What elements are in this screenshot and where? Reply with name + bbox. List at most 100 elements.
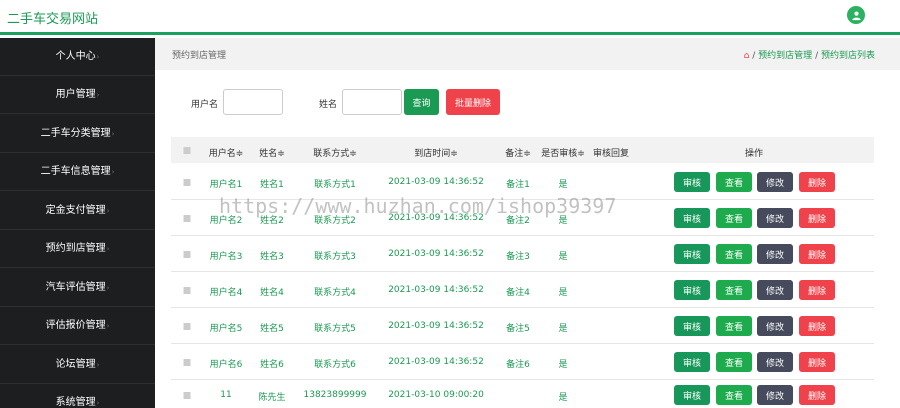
- row-checkbox[interactable]: [183, 251, 191, 258]
- breadcrumb-separator: /: [752, 51, 756, 61]
- table-row: 11 陈先生 13823899999 2021-03-10 09:00:20 是…: [171, 380, 874, 408]
- delete-button[interactable]: 删除: [799, 352, 835, 372]
- view-button[interactable]: 查看: [716, 244, 752, 264]
- edit-button[interactable]: 修改: [757, 316, 793, 336]
- header-arrival-time[interactable]: 到店时间≑: [414, 146, 458, 159]
- view-button[interactable]: 查看: [716, 316, 752, 336]
- table-row: 用户名3 姓名3 联系方式3 2021-03-09 14:36:52 备注3 是…: [171, 236, 874, 272]
- audit-button[interactable]: 审核: [674, 385, 710, 405]
- cell-remark: 备注3: [506, 252, 530, 262]
- row-checkbox[interactable]: [183, 359, 191, 366]
- audit-button[interactable]: 审核: [674, 316, 710, 336]
- row-checkbox[interactable]: [183, 392, 191, 399]
- sidebar-item-label: 个人中心: [55, 51, 96, 62]
- view-button[interactable]: 查看: [716, 280, 752, 300]
- edit-button[interactable]: 修改: [757, 352, 793, 372]
- sidebar-item-car-evaluation[interactable]: 汽车评估管理›: [0, 269, 155, 307]
- breadcrumb-bar: 预约到店管理 ⌂ / 预约到店管理 / 预约到店列表: [155, 38, 900, 70]
- table-header: 用户名≑ 姓名≑ 联系方式≑ 到店时间≑ 备注≑ 是否审核≑ 审核回复 操作: [171, 137, 874, 163]
- cell-contact: 联系方式5: [314, 324, 356, 334]
- breadcrumb-separator: /: [815, 51, 819, 61]
- select-all-checkbox[interactable]: [183, 147, 191, 154]
- header-username[interactable]: 用户名≑: [209, 146, 244, 159]
- cell-contact: 13823899999: [303, 390, 367, 400]
- sidebar-item-label: 二手车分类管理: [40, 128, 111, 139]
- cell-audited: 是: [558, 360, 568, 370]
- cell-remark: 备注5: [506, 324, 530, 334]
- home-icon[interactable]: ⌂: [744, 51, 750, 61]
- chevron-right-icon: ›: [111, 130, 115, 138]
- cell-name: 姓名5: [260, 324, 284, 334]
- cell-audited: 是: [558, 393, 568, 403]
- chevron-right-icon: ›: [106, 322, 110, 330]
- edit-button[interactable]: 修改: [757, 172, 793, 192]
- edit-button[interactable]: 修改: [757, 280, 793, 300]
- sidebar-item-label: 用户管理: [55, 89, 96, 100]
- sidebar-item-user-management[interactable]: 用户管理›: [0, 76, 155, 114]
- header-actions: 操作: [744, 149, 764, 159]
- view-button[interactable]: 查看: [716, 385, 752, 405]
- sidebar-item-car-info[interactable]: 二手车信息管理›: [0, 153, 155, 191]
- cell-username: 用户名4: [209, 288, 243, 298]
- delete-button[interactable]: 删除: [799, 385, 835, 405]
- chevron-right-icon: ›: [106, 284, 110, 292]
- sidebar-item-deposit-payment[interactable]: 定金支付管理›: [0, 192, 155, 230]
- view-button[interactable]: 查看: [716, 352, 752, 372]
- sidebar-item-store-appointment[interactable]: 预约到店管理›: [0, 230, 155, 268]
- audit-button[interactable]: 审核: [674, 352, 710, 372]
- breadcrumb: ⌂ / 预约到店管理 / 预约到店列表: [744, 48, 875, 61]
- edit-button[interactable]: 修改: [757, 244, 793, 264]
- cell-audited: 是: [558, 252, 568, 262]
- sidebar-item-personal-center[interactable]: 个人中心›: [0, 38, 155, 76]
- batch-delete-button[interactable]: 批量删除: [446, 89, 500, 115]
- edit-button[interactable]: 修改: [757, 208, 793, 228]
- cell-username: 用户名6: [209, 360, 243, 370]
- row-checkbox[interactable]: [183, 323, 191, 330]
- name-input[interactable]: [342, 89, 402, 115]
- delete-button[interactable]: 删除: [799, 208, 835, 228]
- cell-remark: 备注4: [506, 288, 530, 298]
- delete-button[interactable]: 删除: [799, 316, 835, 336]
- view-button[interactable]: 查看: [716, 208, 752, 228]
- header-audited[interactable]: 是否审核≑: [541, 146, 585, 159]
- audit-button[interactable]: 审核: [674, 172, 710, 192]
- view-button[interactable]: 查看: [716, 172, 752, 192]
- cell-name: 姓名1: [260, 180, 284, 190]
- audit-button[interactable]: 审核: [674, 244, 710, 264]
- cell-contact: 联系方式1: [314, 180, 356, 190]
- cell-arrival-time: 2021-03-09 14:36:52: [388, 177, 484, 187]
- table-row: 用户名5 姓名5 联系方式5 2021-03-09 14:36:52 备注5 是…: [171, 308, 874, 344]
- sidebar-item-system[interactable]: 系统管理›: [0, 384, 155, 408]
- sidebar-item-evaluation-quote[interactable]: 评估报价管理›: [0, 307, 155, 345]
- delete-button[interactable]: 删除: [799, 280, 835, 300]
- sidebar: 个人中心› 用户管理› 二手车分类管理› 二手车信息管理› 定金支付管理› 预约…: [0, 38, 155, 408]
- cell-arrival-time: 2021-03-10 09:00:20: [388, 390, 484, 400]
- breadcrumb-level1[interactable]: 预约到店管理: [758, 51, 812, 61]
- cell-contact: 联系方式6: [314, 360, 356, 370]
- sidebar-item-forum[interactable]: 论坛管理›: [0, 346, 155, 384]
- watermark-text: https://www.huzhan.com/ishop39397: [219, 194, 617, 218]
- header-name[interactable]: 姓名≑: [259, 146, 285, 159]
- row-checkbox[interactable]: [183, 179, 191, 186]
- audit-button[interactable]: 审核: [674, 208, 710, 228]
- delete-button[interactable]: 删除: [799, 244, 835, 264]
- header-contact[interactable]: 联系方式≑: [313, 146, 357, 159]
- username-input[interactable]: [223, 89, 283, 115]
- row-checkbox[interactable]: [183, 287, 191, 294]
- edit-button[interactable]: 修改: [757, 385, 793, 405]
- sidebar-item-car-category[interactable]: 二手车分类管理›: [0, 115, 155, 153]
- audit-button[interactable]: 审核: [674, 280, 710, 300]
- cell-name: 姓名4: [260, 288, 284, 298]
- cell-arrival-time: 2021-03-09 14:36:52: [388, 285, 484, 295]
- header-remark[interactable]: 备注≑: [505, 146, 531, 159]
- delete-button[interactable]: 删除: [799, 172, 835, 192]
- site-title[interactable]: 二手车交易网站: [7, 8, 98, 27]
- header-audit-reply: 审核回复: [592, 149, 630, 159]
- chevron-right-icon: ›: [111, 168, 115, 176]
- row-checkbox[interactable]: [183, 215, 191, 222]
- cell-name: 姓名6: [260, 360, 284, 370]
- query-button[interactable]: 查询: [404, 89, 439, 115]
- chevron-right-icon: ›: [96, 91, 100, 99]
- user-avatar-icon[interactable]: [847, 6, 865, 24]
- cell-username: 用户名3: [209, 252, 243, 262]
